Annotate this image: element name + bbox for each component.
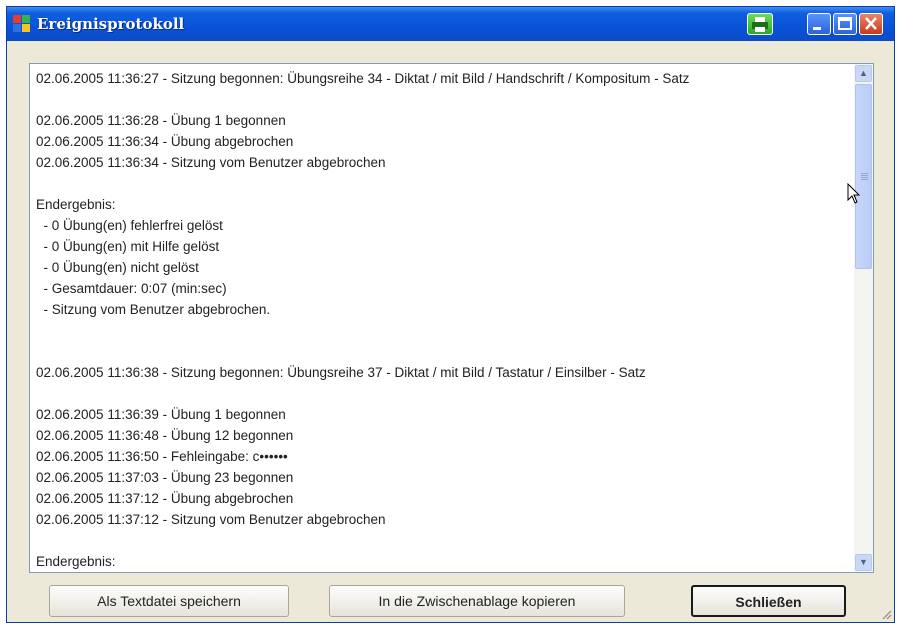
log-line: 02.06.2005 11:37:03 - Übung 23 begonnen [36,470,294,485]
log-line: - Gesamtdauer: 0:07 (min:sec) [36,281,227,296]
log-line: 02.06.2005 11:36:27 - Sitzung begonnen: … [36,71,690,86]
mouse-cursor-icon [847,183,861,204]
log-line: 02.06.2005 11:36:38 - Sitzung begonnen: … [36,365,646,380]
log-line: - Sitzung vom Benutzer abgebrochen. [36,302,271,317]
minimize-button[interactable] [807,13,831,35]
title-bar[interactable]: Ereignisprotokoll [7,7,894,41]
log-line: - 0 Übung(en) fehlerfrei gelöst [36,218,223,233]
log-line: - 0 Übung(en) mit Hilfe gelöst [36,239,220,254]
log-line: 02.06.2005 11:36:28 - Übung 1 begonnen [36,113,286,128]
grip-icon [861,173,868,174]
printer-icon [752,17,768,32]
minimize-icon [813,27,821,30]
scroll-down-button[interactable]: ▼ [855,554,872,571]
log-line: 02.06.2005 11:37:12 - Übung abgebrochen [36,491,294,506]
maximize-button[interactable] [833,13,857,35]
window-title: Ereignisprotokoll [37,15,185,33]
log-line: Endergebnis: [36,554,116,569]
log-content: 02.06.2005 11:36:27 - Sitzung begonnen: … [36,68,851,572]
close-window-button[interactable] [859,13,883,35]
app-icon [13,15,30,32]
chevron-up-icon: ▲ [859,68,868,78]
copy-to-clipboard-button[interactable]: In die Zwischenablage kopieren [329,585,625,617]
log-line: 02.06.2005 11:36:34 - Sitzung vom Benutz… [36,155,386,170]
chevron-down-icon: ▼ [859,557,868,567]
event-log-window: Ereignisprotokoll 02.06.2005 11:36:27 - … [6,6,895,623]
print-button[interactable] [747,13,773,35]
vertical-scrollbar[interactable]: ▲ ▼ [854,64,873,572]
close-button[interactable]: Schließen [691,585,846,617]
log-line: Endergebnis: [36,197,116,212]
log-textarea[interactable]: 02.06.2005 11:36:27 - Sitzung begonnen: … [29,63,874,573]
scroll-up-button[interactable]: ▲ [855,65,872,82]
save-as-textfile-button[interactable]: Als Textdatei speichern [49,585,289,617]
log-line: - 0 Übung(en) nicht gelöst [36,260,199,275]
log-line: 02.06.2005 11:37:12 - Sitzung vom Benutz… [36,512,386,527]
log-line: 02.06.2005 11:36:34 - Übung abgebrochen [36,134,294,149]
close-icon [865,17,877,30]
log-line: 02.06.2005 11:36:50 - Fehleingabe: c••••… [36,449,288,464]
log-line: 02.06.2005 11:36:39 - Übung 1 begonnen [36,407,286,422]
log-line: 02.06.2005 11:36:48 - Übung 12 begonnen [36,428,294,443]
scroll-thumb[interactable] [855,84,872,269]
maximize-icon [838,17,852,30]
resize-grip-icon[interactable] [880,608,892,620]
